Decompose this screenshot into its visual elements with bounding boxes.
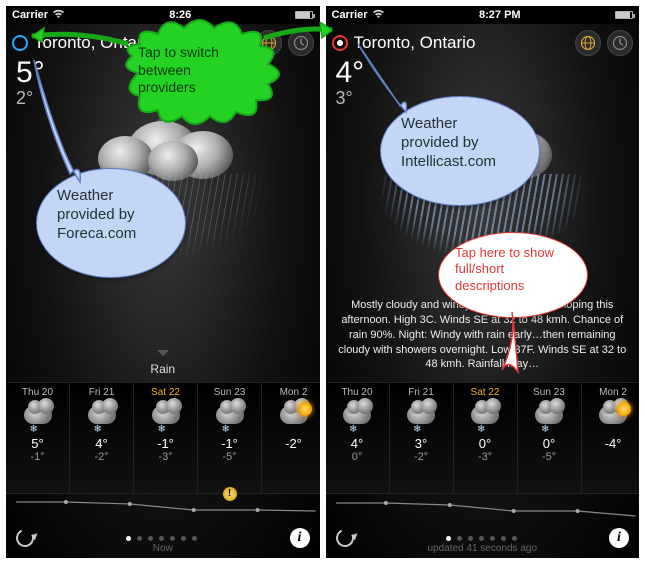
forecast-low: -1°	[6, 451, 69, 463]
forecast-day-label: Sat 22	[454, 387, 517, 398]
forecast-day-label: Mon 2	[262, 387, 320, 398]
forecast-low: -3°	[454, 451, 517, 463]
annotation-foreca: Weather provided by Foreca.com	[36, 168, 186, 278]
forecast-day-label: Sun 23	[518, 387, 581, 398]
page-dots[interactable]	[446, 536, 517, 541]
forecast-day[interactable]: Thu 20 ❄ 4°0°	[326, 383, 390, 493]
cloud-snow-icon: ❄	[529, 400, 569, 434]
cloud-snow-icon: ❄	[401, 400, 441, 434]
forecast-day-label: Sat 22	[134, 387, 197, 398]
forecast-high: -1°	[134, 436, 197, 451]
wifi-icon	[372, 9, 385, 22]
forecast-high: 0°	[518, 436, 581, 451]
forecast-high: 3°	[390, 436, 453, 451]
forecast-day[interactable]: Fri 21 ❄ 4°-2°	[70, 383, 134, 493]
forecast-strip[interactable]: Thu 20❄5°-1°Fri 21❄4°-2°Sat 22❄-1°-3°Sun…	[6, 382, 320, 494]
forecast-day[interactable]: Fri 21 ❄ 3°-2°	[390, 383, 454, 493]
forecast-low: -5°	[518, 451, 581, 463]
footer-caption: Now	[6, 543, 320, 554]
battery-icon	[615, 11, 633, 19]
forecast-day[interactable]: Sat 22 ❄ 0°-3°	[454, 383, 518, 493]
forecast-day-label: Sun 23	[198, 387, 261, 398]
forecast-day[interactable]: Sun 23❄-1°-5°!	[198, 383, 262, 493]
forecast-day-label: Fri 21	[70, 387, 133, 398]
forecast-low: -3°	[134, 451, 197, 463]
page-dots[interactable]	[126, 536, 197, 541]
annotation-descriptions: Tap here to show full/short descriptions	[438, 232, 588, 318]
forecast-low: -5°	[198, 451, 261, 463]
forecast-day[interactable]: Mon 2 -4°	[582, 383, 640, 493]
cloud-snow-icon: ❄	[146, 400, 186, 434]
cloud-snow-icon: ❄	[337, 400, 377, 434]
forecast-low: -2°	[390, 451, 453, 463]
forecast-high: -2°	[262, 436, 320, 451]
trend-line	[6, 496, 320, 520]
forecast-high: 5°	[6, 436, 69, 451]
arrow-icon	[262, 22, 342, 53]
forecast-day-label: Fri 21	[390, 387, 453, 398]
cloud-snow-icon: ❄	[465, 400, 505, 434]
sun-cloud-icon	[274, 400, 314, 434]
trend-line	[326, 496, 640, 520]
cloud-snow-icon: ❄	[18, 400, 58, 434]
forecast-high: 4°	[70, 436, 133, 451]
forecast-strip[interactable]: Thu 20❄4°0°Fri 21❄3°-2°Sat 22❄0°-3°Sun 2…	[326, 382, 640, 494]
status-time: 8:27 PM	[479, 9, 521, 21]
forecast-high: -4°	[582, 436, 640, 451]
battery-icon	[295, 11, 313, 19]
status-bar: Carrier 8:27 PM	[326, 6, 640, 24]
forecast-high: 0°	[454, 436, 517, 451]
wifi-icon	[52, 9, 65, 22]
forecast-day[interactable]: Thu 20 ❄ 5°-1°	[6, 383, 70, 493]
carrier-label: Carrier	[12, 9, 48, 21]
forecast-day-label: Thu 20	[326, 387, 389, 398]
forecast-high: 4°	[326, 436, 389, 451]
cloud-snow-icon: ❄	[210, 400, 250, 434]
cloud-snow-icon: ❄	[82, 400, 122, 434]
forecast-day[interactable]: Sat 22 ❄ -1°-3°	[134, 383, 198, 493]
annotation-intellicast: Weather provided by Intellicast.com	[380, 96, 540, 206]
chevron-down-icon[interactable]	[157, 350, 169, 356]
carrier-label: Carrier	[332, 9, 368, 21]
forecast-high: -1°	[198, 436, 261, 451]
globe-button[interactable]	[575, 30, 601, 56]
forecast-day-label: Mon 2	[582, 387, 640, 398]
forecast-low: 0°	[326, 451, 389, 463]
clock-button[interactable]	[607, 30, 633, 56]
forecast-low: -2°	[70, 451, 133, 463]
forecast-day[interactable]: Mon 2 -2°	[262, 383, 320, 493]
condition-label: Rain	[6, 362, 320, 376]
forecast-day-label: Thu 20	[6, 387, 69, 398]
footer-caption: updated 41 seconds ago	[326, 543, 640, 554]
forecast-day[interactable]: Sun 23 ❄ 0°-5°	[518, 383, 582, 493]
sun-cloud-icon	[593, 400, 633, 434]
